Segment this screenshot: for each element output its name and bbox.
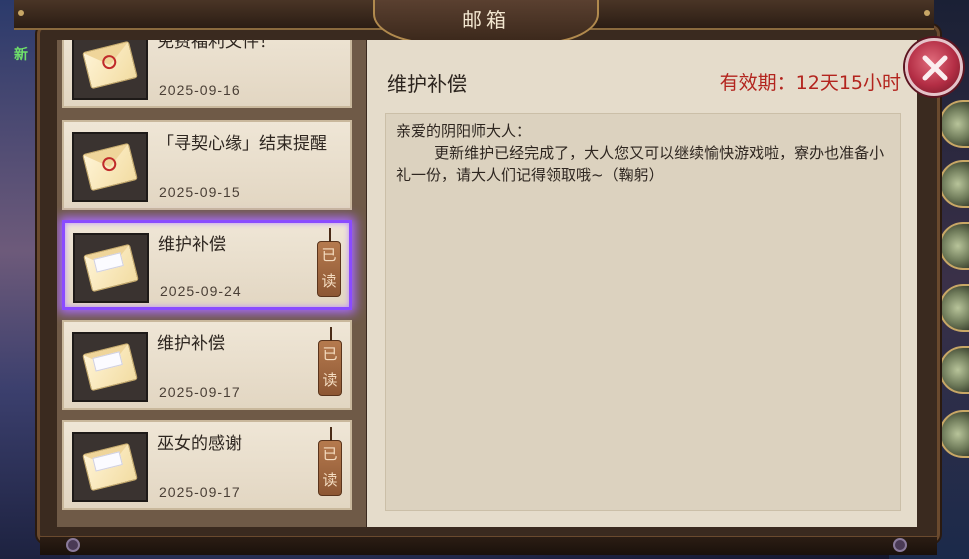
mail-list-item[interactable]: 维护补偿 2025-09-17 已读: [62, 320, 352, 410]
tag-string: [329, 228, 331, 242]
mail-thumbnail: [72, 40, 148, 100]
bottom-frame-bar: [40, 536, 937, 555]
corner-ornament: [66, 538, 80, 552]
sealed-envelope-icon: [82, 40, 138, 90]
mail-item-title: 维护补偿: [157, 334, 225, 354]
mail-item-date: 2025-09-24: [160, 283, 242, 299]
mailbox-title: 邮箱: [373, 0, 599, 44]
read-status-tag: 已读: [318, 327, 342, 396]
mail-thumbnail: [73, 233, 149, 303]
mail-detail-panel: 维护补偿 有效期：12天15小时 亲爱的阴阳师大人： 更新维护已经完成了，大人您…: [367, 40, 917, 527]
mail-thumbnail: [72, 432, 148, 502]
mail-body-text: 亲爱的阴阳师大人： 更新维护已经完成了，大人您又可以继续愉快游戏啦，寮办也准备小…: [396, 122, 885, 184]
ornament-stud: [924, 10, 930, 16]
mail-thumbnail: [72, 132, 148, 202]
corner-ornament: [893, 538, 907, 552]
mail-item-title: 免费福利文件！: [157, 40, 276, 52]
mail-body-box[interactable]: 亲爱的阴阳师大人： 更新维护已经完成了，大人您又可以继续愉快游戏啦，寮办也准备小…: [385, 113, 901, 511]
tag-string: [330, 427, 332, 441]
mail-item-title: 「寻契心缘」结束提醒: [157, 134, 327, 154]
read-status-tag: 已读: [317, 228, 341, 297]
read-status-label: 已读: [322, 445, 338, 489]
close-icon: [922, 55, 948, 81]
open-envelope-icon: [82, 442, 138, 492]
mail-list-item-selected[interactable]: 维护补偿 2025-09-24 已读: [62, 220, 352, 310]
mail-expiry: 有效期：12天15小时: [719, 72, 901, 94]
new-badge: 新: [14, 47, 28, 63]
sealed-envelope-icon: [82, 142, 138, 192]
read-status-label: 已读: [321, 246, 337, 290]
open-envelope-icon: [83, 243, 139, 293]
mail-list-item[interactable]: 巫女的感谢 2025-09-17 已读: [62, 420, 352, 510]
ornament-stud: [18, 10, 24, 16]
mail-detail-title: 维护补偿: [387, 72, 467, 96]
mail-item-date: 2025-09-17: [159, 484, 241, 500]
mail-thumbnail: [72, 332, 148, 402]
mail-item-title: 巫女的感谢: [157, 434, 242, 454]
mail-item-title: 维护补偿: [158, 235, 226, 255]
mail-list-item[interactable]: 免费福利文件！ 2025-09-16: [62, 40, 352, 108]
read-status-tag: 已读: [318, 427, 342, 496]
mail-item-date: 2025-09-17: [159, 384, 241, 400]
tag-string: [330, 327, 332, 341]
read-status-label: 已读: [322, 345, 338, 389]
mail-item-date: 2025-09-15: [159, 184, 241, 200]
mail-list-item[interactable]: 「寻契心缘」结束提醒 2025-09-15: [62, 120, 352, 210]
open-envelope-icon: [82, 342, 138, 392]
mail-item-date: 2025-09-16: [159, 82, 241, 98]
mail-list[interactable]: 免费福利文件！ 2025-09-16 「寻契心缘」结束提醒 2025-09-15…: [57, 40, 366, 527]
close-button[interactable]: [905, 38, 963, 96]
